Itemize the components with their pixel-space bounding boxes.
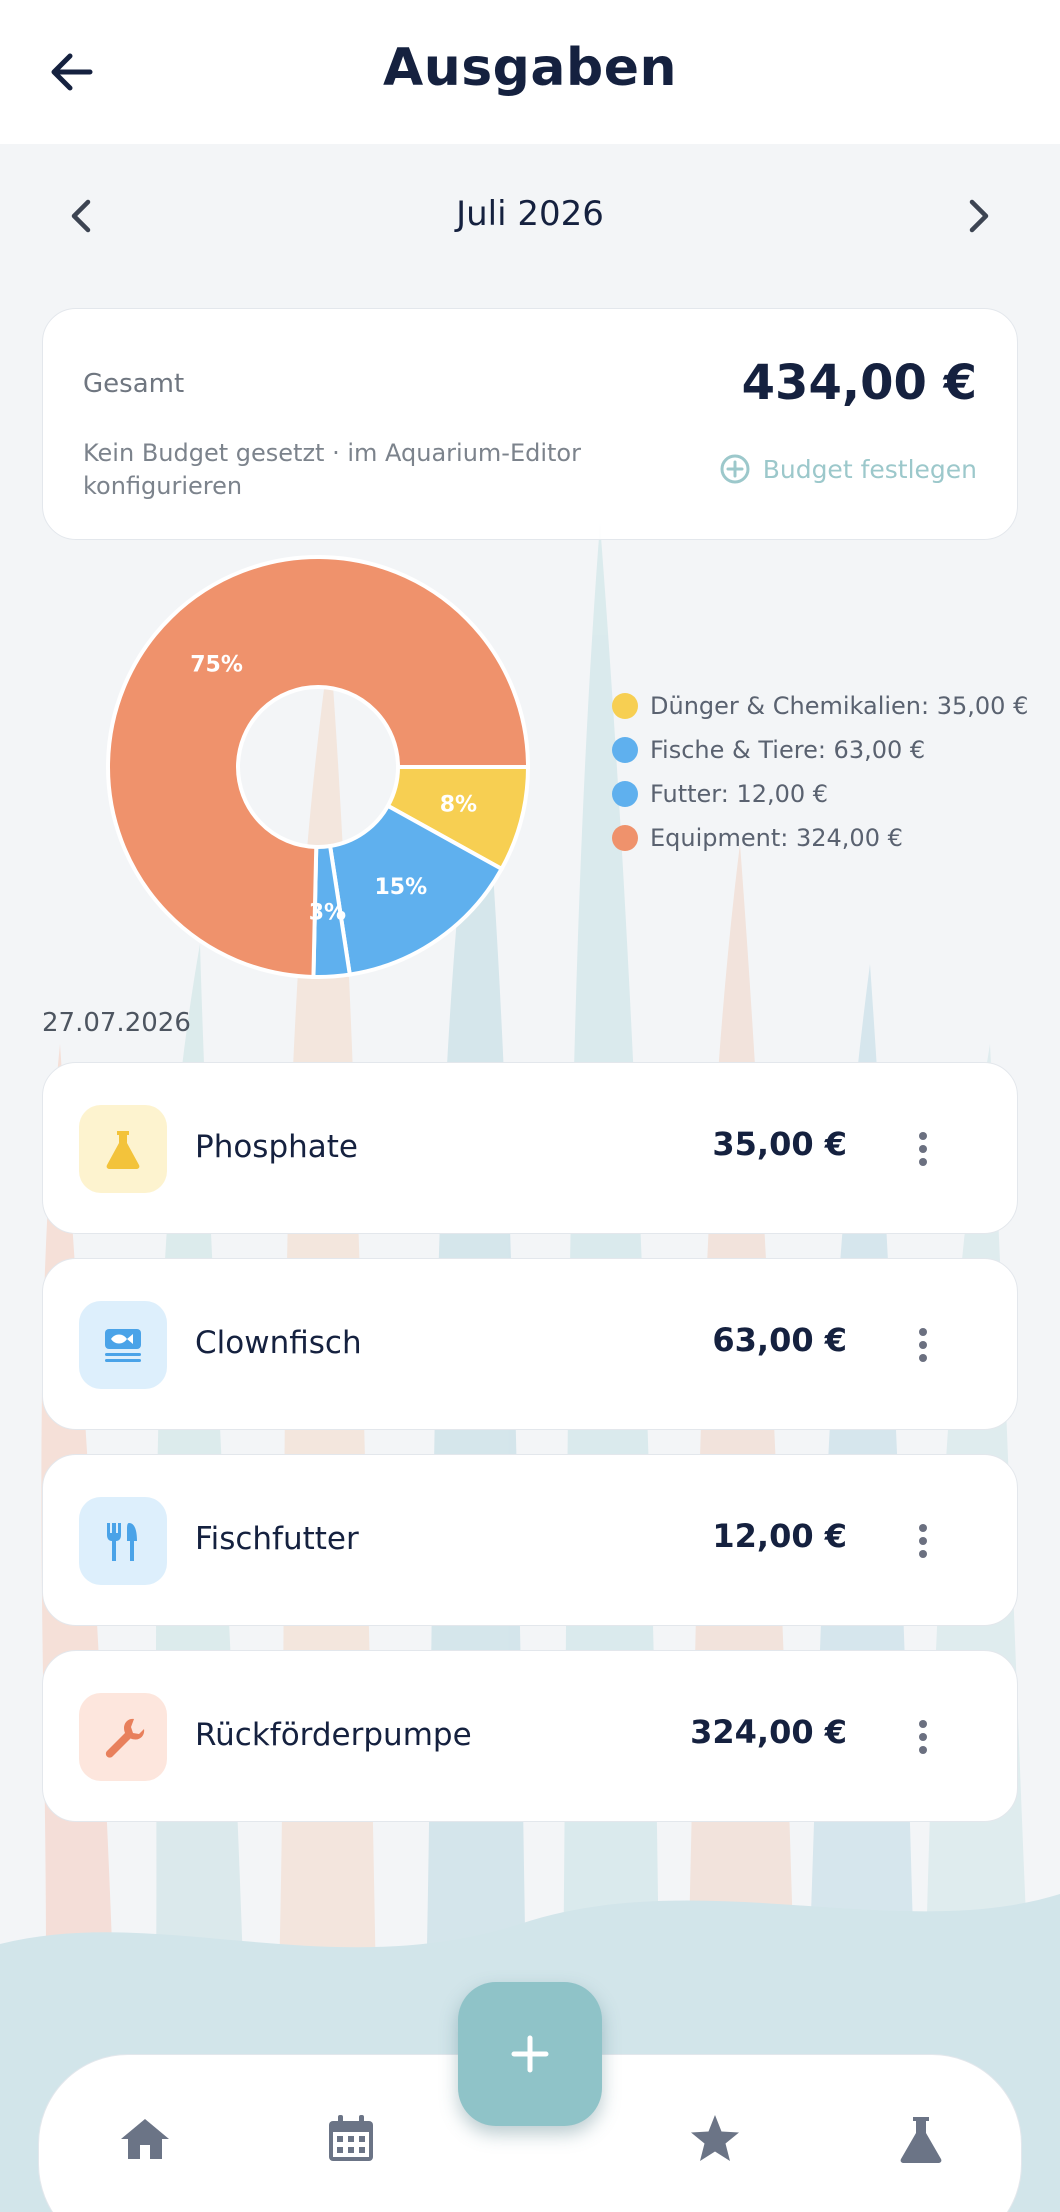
expense-amount: 63,00 € — [712, 1321, 847, 1359]
calendar-icon — [329, 2115, 373, 2161]
cutlery-icon — [107, 1523, 137, 1561]
more-vertical-icon — [919, 1328, 927, 1362]
expense-amount: 324,00 € — [690, 1713, 847, 1751]
legend-color-dot — [612, 693, 638, 719]
month-navigation: Juli 2026 — [0, 180, 1060, 252]
legend-color-dot — [612, 781, 638, 807]
home-icon — [121, 2119, 169, 2159]
expense-donut-chart: 8% 15% 3% 75% — [106, 555, 531, 979]
add-expense-button[interactable] — [458, 1982, 602, 2126]
nav-calendar[interactable] — [319, 2107, 383, 2171]
expense-name: Rückförderpumpe — [195, 1717, 472, 1753]
more-vertical-icon — [919, 1720, 927, 1754]
add-circle-icon — [720, 454, 750, 484]
expense-name: Clownfisch — [195, 1325, 362, 1361]
total-label: Gesamt — [83, 369, 185, 399]
total-amount: 434,00 € — [741, 355, 977, 411]
wrench-icon — [105, 1718, 145, 1758]
more-vertical-icon — [919, 1132, 927, 1166]
budget-note: Kein Budget gesetzt · im Aquarium-Editor… — [83, 439, 581, 500]
expense-amount: 12,00 € — [712, 1517, 847, 1555]
month-label: Juli 2026 — [456, 194, 604, 234]
summary-card: Gesamt 434,00 € Kein Budget gesetzt · im… — [42, 308, 1018, 540]
plus-icon — [511, 2035, 549, 2073]
flask-icon — [900, 2117, 942, 2163]
legend-item: Equipment: 324,00 € — [612, 816, 1028, 860]
expense-item[interactable]: Clownfisch 63,00 € — [42, 1258, 1018, 1430]
set-budget-label: Budget festlegen — [762, 454, 977, 484]
set-budget-button[interactable]: Budget festlegen — [719, 451, 977, 487]
legend-label: Fische & Tiere: 63,00 € — [650, 736, 926, 764]
legend-item: Dünger & Chemikalien: 35,00 € — [612, 684, 1028, 728]
star-icon — [691, 2115, 739, 2161]
chevron-right-icon — [969, 199, 989, 233]
chart-legend: Dünger & Chemikalien: 35,00 € Fische & Ti… — [612, 684, 1028, 860]
expense-amount: 35,00 € — [712, 1125, 847, 1163]
legend-color-dot — [612, 825, 638, 851]
legend-color-dot — [612, 737, 638, 763]
app-header: Ausgaben — [0, 0, 1060, 144]
more-options-button[interactable] — [903, 1711, 943, 1763]
more-options-button[interactable] — [903, 1515, 943, 1567]
flask-icon — [106, 1131, 140, 1169]
nav-home[interactable] — [113, 2107, 177, 2171]
expense-category-icon — [79, 1301, 167, 1389]
expense-item[interactable]: Phosphate 35,00 € — [42, 1062, 1018, 1234]
expense-name: Fischfutter — [195, 1521, 359, 1557]
page-title: Ausgaben — [382, 38, 678, 98]
fish-icon — [105, 1329, 141, 1362]
date-heading: 27.07.2026 — [42, 1008, 191, 1038]
more-options-button[interactable] — [903, 1319, 943, 1371]
donut-slice-label-3: 75% — [190, 652, 243, 677]
next-month-button[interactable] — [956, 192, 1000, 240]
expense-name: Phosphate — [195, 1129, 359, 1165]
legend-label: Futter: 12,00 € — [650, 780, 829, 808]
donut-slice-label-2: 3% — [309, 901, 346, 926]
legend-label: Equipment: 324,00 € — [650, 824, 903, 852]
expense-item[interactable]: Fischfutter 12,00 € — [42, 1454, 1018, 1626]
expense-category-icon — [79, 1693, 167, 1781]
expense-item[interactable]: Rückförderpumpe 324,00 € — [42, 1650, 1018, 1822]
expense-category-icon — [79, 1105, 167, 1193]
donut-slice-label-1: 15% — [374, 875, 427, 900]
more-vertical-icon — [919, 1524, 927, 1558]
expense-list: Phosphate 35,00 € Clownfisch 63,00 € Fisch… — [42, 1062, 1018, 1846]
nav-favorites[interactable] — [683, 2107, 747, 2171]
legend-item: Futter: 12,00 € — [612, 772, 1028, 816]
legend-label: Dünger & Chemikalien: 35,00 € — [650, 692, 1029, 720]
legend-item: Fische & Tiere: 63,00 € — [612, 728, 1028, 772]
nav-water-tests[interactable] — [889, 2107, 953, 2171]
more-options-button[interactable] — [903, 1123, 943, 1175]
expense-category-icon — [79, 1497, 167, 1585]
donut-slice-label-0: 8% — [440, 792, 477, 817]
